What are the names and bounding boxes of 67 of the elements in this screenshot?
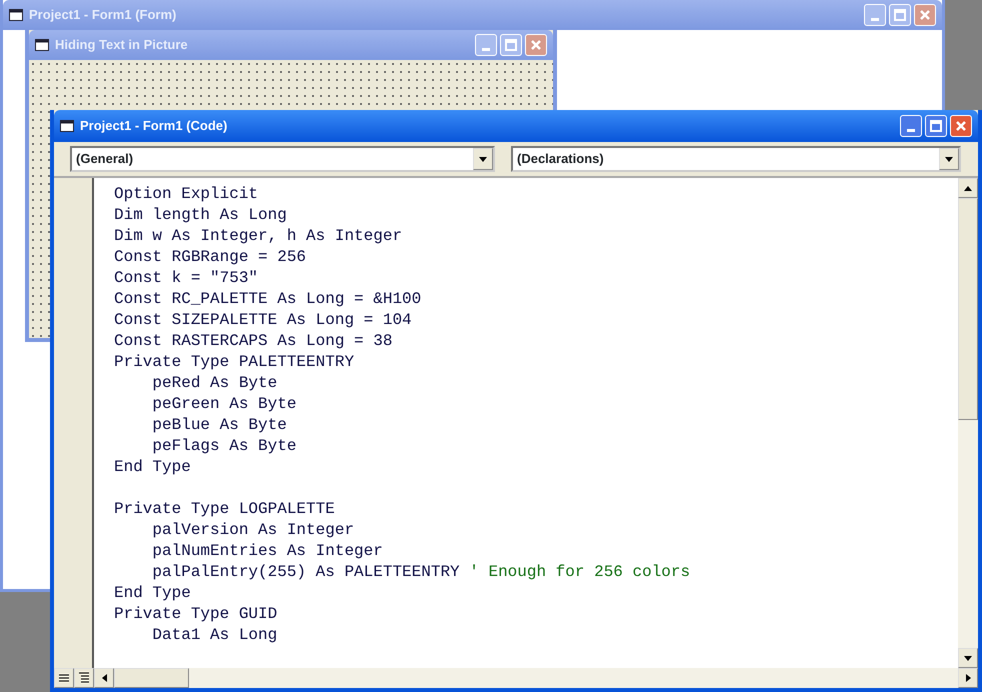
- dropdown-button[interactable]: [939, 148, 959, 170]
- close-icon: [955, 120, 967, 132]
- window-title: Project1 - Form1 (Form): [29, 6, 178, 24]
- code-line: peGreen As Byte: [151, 394, 298, 415]
- close-button[interactable]: [950, 115, 972, 137]
- code-line: peBlue As Byte: [151, 415, 288, 436]
- minimize-icon: [871, 18, 879, 20]
- code-line: Private Type LOGPALETTE: [114, 499, 336, 520]
- minimize-icon: [907, 128, 915, 132]
- caret-icon: [945, 156, 953, 162]
- procedure-view-icon[interactable]: [54, 668, 74, 688]
- scroll-down-button[interactable]: [958, 648, 978, 668]
- code-line: Dim length As Long: [114, 205, 288, 226]
- code-line: Const RASTERCAPS As Long = 38: [114, 331, 394, 352]
- object-combo[interactable]: (General): [70, 146, 495, 172]
- code-line: Const RGBRange = 256: [114, 247, 308, 268]
- scroll-thumb[interactable]: [958, 198, 978, 420]
- full-module-view-icon[interactable]: [74, 668, 94, 688]
- code-line: Const k = "753": [114, 268, 260, 289]
- maximize-button[interactable]: [925, 115, 947, 137]
- close-icon: [919, 9, 931, 21]
- minimize-icon: [482, 48, 490, 50]
- vertical-scrollbar[interactable]: [958, 178, 978, 668]
- code-line: palPalEntry(255) As PALETTEENTRY ' Enough for 256 colors: [151, 562, 692, 583]
- window-icon: [9, 9, 23, 21]
- code-line: End Type: [114, 457, 192, 478]
- scroll-up-button[interactable]: [958, 178, 978, 198]
- code-line: Dim w As Integer, h As Integer: [114, 226, 404, 247]
- maximize-icon: [894, 9, 906, 21]
- scroll-right-button[interactable]: [958, 668, 978, 688]
- window-icon: [35, 39, 49, 51]
- code-line: Option Explicit: [114, 184, 260, 205]
- down-arrow-icon: [964, 656, 972, 660]
- code-line: peFlags As Byte: [151, 436, 298, 457]
- scroll-thumb[interactable]: [114, 668, 189, 688]
- right-arrow-icon: [966, 674, 970, 682]
- maximize-icon: [505, 39, 517, 51]
- dropdown-button[interactable]: [473, 148, 493, 170]
- caret-icon: [479, 156, 487, 162]
- code-line: End Type: [114, 583, 192, 604]
- window-title: Hiding Text in Picture: [55, 36, 189, 54]
- code-line: Private Type GUID: [114, 604, 278, 625]
- code-line: Const SIZEPALETTE As Long = 104: [114, 310, 413, 331]
- lines-icon: [58, 673, 70, 683]
- window-icon: [60, 120, 74, 132]
- close-button[interactable]: [914, 4, 936, 26]
- horizontal-scrollbar[interactable]: [54, 668, 978, 688]
- code-line: Const RC_PALETTE As Long = &H100: [114, 289, 422, 310]
- left-arrow-icon: [102, 674, 106, 682]
- close-button[interactable]: [525, 34, 547, 56]
- minimize-button[interactable]: [900, 115, 922, 137]
- indented-lines-icon: [78, 672, 90, 684]
- code-line: Private Type PALETTEENTRY: [114, 352, 356, 373]
- close-icon: [530, 39, 542, 51]
- code-line: peRed As Byte: [151, 373, 278, 394]
- maximize-button[interactable]: [889, 4, 911, 26]
- procedure-combo[interactable]: (Declarations): [511, 146, 961, 172]
- maximize-button[interactable]: [500, 34, 522, 56]
- window-title: Project1 - Form1 (Code): [80, 117, 228, 136]
- code-line: Data1 As Long: [151, 625, 278, 646]
- up-arrow-icon: [964, 186, 972, 190]
- scroll-left-button[interactable]: [94, 668, 114, 688]
- code-line: palVersion As Integer: [151, 520, 356, 541]
- code-line: palNumEntries As Integer: [151, 541, 384, 562]
- minimize-button[interactable]: [864, 4, 886, 26]
- maximize-icon: [930, 120, 942, 132]
- minimize-button[interactable]: [475, 34, 497, 56]
